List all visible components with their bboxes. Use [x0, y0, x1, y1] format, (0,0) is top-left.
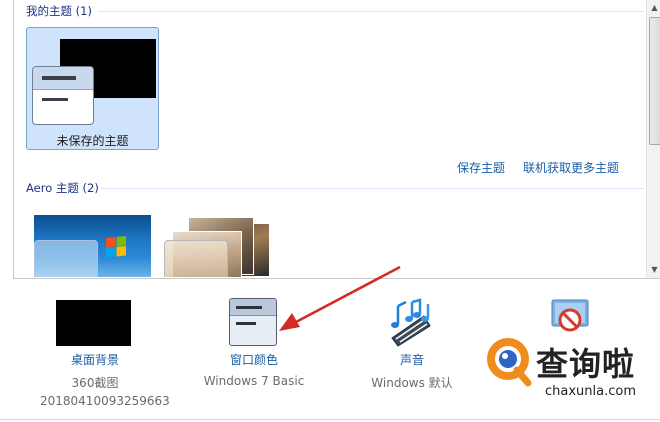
- theme-tile-aero-landscapes[interactable]: [164, 215, 274, 277]
- watermark-brand: 查询啦: [536, 345, 636, 383]
- sounds-item[interactable]: 声音 Windows 默认: [356, 351, 468, 391]
- window-color-value: Windows 7 Basic: [203, 374, 305, 388]
- my-themes-header: 我的主题 (1): [26, 4, 92, 18]
- theme-window-preview: [32, 66, 94, 125]
- scroll-up-icon[interactable]: ▲: [647, 1, 660, 15]
- theme-tile-label: 未保存的主题: [56, 134, 129, 148]
- footer-divider: [0, 419, 660, 420]
- window-color-icon[interactable]: [229, 298, 277, 346]
- group-divider: [101, 188, 644, 189]
- desktop-background-icon[interactable]: [56, 300, 131, 346]
- desktop-background-value: 360截图: [71, 376, 119, 390]
- group-divider: [98, 11, 644, 12]
- windows-flag-icon: [106, 235, 126, 259]
- get-more-themes-link[interactable]: 联机获取更多主题: [523, 159, 619, 176]
- aero-themes-header: Aero 主题 (2): [26, 181, 99, 195]
- desktop-background-value-2: 20180410093259663: [40, 394, 170, 408]
- scrollbar-thumb[interactable]: [649, 17, 660, 145]
- theme-window-preview: [34, 240, 98, 277]
- window-color-item[interactable]: 窗口颜色 Windows 7 Basic: [198, 351, 310, 388]
- save-theme-link[interactable]: 保存主题: [457, 159, 505, 176]
- theme-list-panel: 我的主题 (1) 未保存的主题 保存主题 联机获取更多主题 Aero 主题 (2…: [13, 0, 660, 279]
- magnifier-q-logo-icon: [487, 338, 532, 387]
- desktop-background-link[interactable]: 桌面背景: [40, 351, 150, 368]
- desktop-background-item[interactable]: 桌面背景 360截图 20180410093259663: [40, 351, 170, 408]
- watermark-url: chaxunla.com: [545, 384, 636, 399]
- scroll-down-icon[interactable]: ▼: [647, 263, 660, 277]
- theme-tile-aero-windows7[interactable]: [34, 215, 151, 277]
- window-color-link[interactable]: 窗口颜色: [198, 351, 310, 368]
- music-notes-icon[interactable]: [386, 296, 438, 348]
- theme-tile-unsaved[interactable]: 未保存的主题: [26, 27, 159, 150]
- sounds-value: Windows 默认: [371, 376, 453, 390]
- screen-saver-disabled-icon[interactable]: [546, 298, 594, 338]
- sounds-link[interactable]: 声音: [356, 351, 468, 368]
- theme-window-preview: [164, 240, 228, 277]
- vertical-scrollbar[interactable]: ▲ ▼: [646, 0, 660, 278]
